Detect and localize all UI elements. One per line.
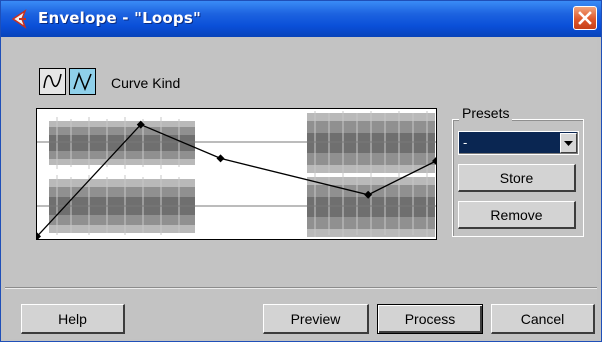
chevron-down-icon xyxy=(564,141,573,146)
dropdown-arrow-button[interactable] xyxy=(560,133,577,153)
spline-curve-icon xyxy=(43,73,62,89)
remove-button[interactable]: Remove xyxy=(458,201,576,229)
title-bar[interactable]: Envelope - "Loops" xyxy=(1,1,601,37)
linear-curve-icon xyxy=(73,71,92,92)
help-button[interactable]: Help xyxy=(21,304,125,334)
preset-selected-value: - xyxy=(463,135,468,150)
cancel-button[interactable]: Cancel xyxy=(491,304,595,334)
envelope-editor[interactable] xyxy=(36,108,437,240)
waveform xyxy=(37,111,436,237)
preview-button[interactable]: Preview xyxy=(263,304,369,334)
envelope-graph[interactable] xyxy=(37,109,436,239)
app-icon xyxy=(11,9,27,29)
curve-kind-label: Curve Kind xyxy=(111,75,181,91)
close-icon xyxy=(578,11,592,25)
preset-select[interactable]: - xyxy=(458,131,579,155)
store-button[interactable]: Store xyxy=(458,164,576,192)
close-button[interactable] xyxy=(573,6,597,30)
window-title: Envelope - "Loops" xyxy=(38,9,201,27)
envelope-point[interactable] xyxy=(216,154,225,163)
footer-divider xyxy=(5,287,597,289)
presets-label: Presets xyxy=(459,105,513,121)
process-button[interactable]: Process xyxy=(377,304,483,334)
linear-curve-button[interactable] xyxy=(69,68,96,95)
spline-curve-button[interactable] xyxy=(39,68,66,95)
envelope-dialog: Envelope - "Loops" Curve Kind Presets - … xyxy=(0,0,602,342)
